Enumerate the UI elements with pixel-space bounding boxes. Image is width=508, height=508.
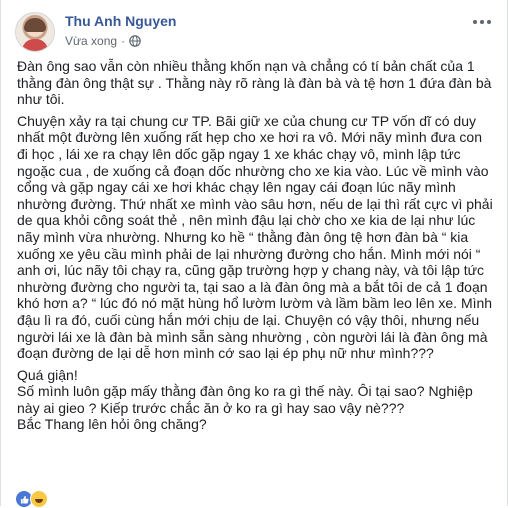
reaction-summary[interactable] xyxy=(15,490,48,508)
avatar-shirt xyxy=(22,39,48,51)
globe-icon[interactable] xyxy=(129,35,141,47)
post-paragraph: Quá giận! xyxy=(17,366,78,383)
avatar-hair xyxy=(24,18,46,32)
post-paragraph: Bắc Thang lên hỏi ông chăng? xyxy=(17,416,207,433)
post-paragraph: Chuyện xảy ra tại chung cư TP. Bãi giữ x… xyxy=(17,112,493,362)
post-paragraph: Số mình luôn gặp mấy thằng đàn ông ko ra… xyxy=(17,383,473,416)
post-body: Đàn ông sao vẫn còn nhiều thằng khốn nạn… xyxy=(17,58,495,438)
haha-reaction-icon xyxy=(30,490,48,508)
post-header: Thu Anh Nguyen Vừa xong · xyxy=(15,10,495,52)
more-options-icon[interactable] xyxy=(469,14,495,30)
post-meta: Vừa xong · xyxy=(65,34,141,48)
meta-separator: · xyxy=(121,34,126,48)
post-timestamp[interactable]: Vừa xong xyxy=(65,34,117,48)
more-dot xyxy=(480,20,484,24)
post-paragraph: Đàn ông sao vẫn còn nhiều thằng khốn nạn… xyxy=(17,58,492,108)
author-name[interactable]: Thu Anh Nguyen xyxy=(65,13,176,29)
author-avatar[interactable] xyxy=(15,12,55,52)
facebook-post: Thu Anh Nguyen Vừa xong · Đàn ông sao vẫ… xyxy=(0,0,508,508)
more-dot xyxy=(487,20,491,24)
more-dot xyxy=(473,20,477,24)
